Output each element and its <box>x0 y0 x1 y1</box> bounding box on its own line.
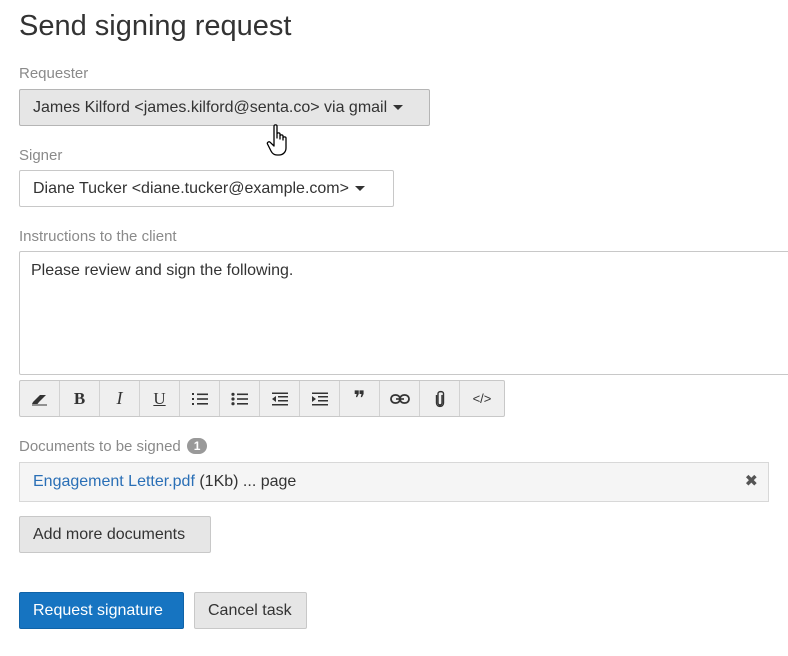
signer-value: Diane Tucker <diane.tucker@example.com> <box>33 180 349 197</box>
attachment-icon <box>435 390 444 407</box>
bold-icon: B <box>73 388 86 408</box>
requester-dropdown[interactable]: James Kilford <james.kilford@senta.co> v… <box>19 89 430 126</box>
cancel-task-button[interactable]: Cancel task <box>194 592 307 629</box>
clear-format-button[interactable] <box>20 381 60 416</box>
document-row: Engagement Letter.pdf (1Kb) ... page ✖ <box>19 462 769 502</box>
add-more-documents-button[interactable]: Add more documents <box>19 516 211 553</box>
italic-icon: I <box>116 388 123 408</box>
signer-label: Signer <box>19 147 63 164</box>
documents-label: Documents to be signed 1 <box>19 438 208 455</box>
documents-count-badge: 1 <box>186 438 208 454</box>
clear-format-icon <box>31 394 47 405</box>
document-meta: (1Kb) ... page <box>194 473 297 490</box>
page-title: Send signing request <box>19 10 292 42</box>
unordered-list-button[interactable] <box>220 381 260 416</box>
outdent-button[interactable] <box>260 381 300 416</box>
signer-dropdown[interactable]: Diane Tucker <diane.tucker@example.com> <box>19 170 394 207</box>
requester-label: Requester <box>19 65 89 82</box>
outdent-icon <box>271 392 288 405</box>
request-signature-button[interactable]: Request signature <box>19 592 184 629</box>
link-icon <box>389 393 410 404</box>
document-link[interactable]: Engagement Letter.pdf <box>33 473 195 490</box>
blockquote-icon: ❞ <box>353 387 366 410</box>
documents-label-text: Documents to be signed <box>19 438 181 455</box>
indent-button[interactable] <box>300 381 340 416</box>
italic-button[interactable]: I <box>100 381 140 416</box>
remove-document-icon[interactable]: ✖ <box>745 463 758 501</box>
chevron-down-icon <box>354 186 365 192</box>
ordered-list-icon <box>191 392 208 405</box>
hand-cursor-icon <box>266 124 287 156</box>
chevron-down-icon <box>393 105 404 111</box>
indent-icon <box>311 392 328 405</box>
code-icon: </> <box>472 391 492 406</box>
underline-icon: U <box>153 388 166 408</box>
bold-button[interactable]: B <box>60 381 100 416</box>
editor-toolbar: B I U ❞ </> <box>19 380 505 417</box>
code-button[interactable]: </> <box>460 381 504 416</box>
instructions-editor[interactable]: Please review and sign the following. <box>19 251 788 375</box>
unordered-list-icon <box>230 392 248 405</box>
ordered-list-button[interactable] <box>180 381 220 416</box>
link-button[interactable] <box>380 381 420 416</box>
blockquote-button[interactable]: ❞ <box>340 381 380 416</box>
attachment-button[interactable] <box>420 381 460 416</box>
requester-value: James Kilford <james.kilford@senta.co> v… <box>33 99 388 116</box>
instructions-label: Instructions to the client <box>19 228 177 245</box>
underline-button[interactable]: U <box>140 381 180 416</box>
